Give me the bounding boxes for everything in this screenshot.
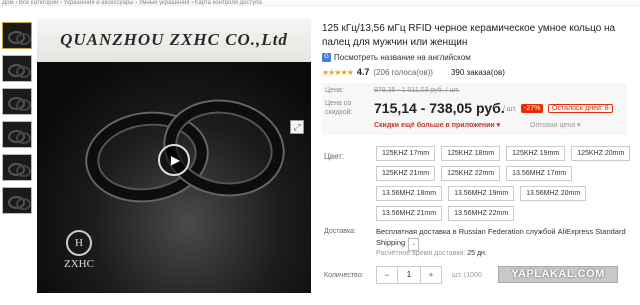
- price-label: Цена:: [325, 87, 344, 94]
- translate-icon: G: [322, 53, 331, 62]
- app-discount-link[interactable]: Скидки ещё больше в приложении ▾: [374, 121, 500, 129]
- rating-row: ★★★★★ 4.7 (206 голоса(ов)) 390 заказа(ов…: [322, 67, 640, 77]
- color-option[interactable]: 125KHZ 22mm: [441, 166, 501, 181]
- brand-name: ZXHC: [64, 258, 94, 270]
- color-option[interactable]: 13.56MHZ 17mm: [506, 166, 573, 181]
- thumbnail[interactable]: [2, 121, 32, 148]
- wholesale-price-link[interactable]: Оптовая цена ▾: [530, 121, 581, 129]
- product-image[interactable]: QUANZHOU ZXHC CO.,Ltd ▶ H ZXHC: [37, 18, 311, 293]
- thumbnail[interactable]: [2, 55, 32, 82]
- color-option[interactable]: 125KHZ 17mm: [376, 146, 436, 161]
- plus-button[interactable]: +: [421, 267, 441, 283]
- translate-link[interactable]: G Посмотреть название на английском: [322, 53, 640, 62]
- delivery-time-value: 25 дн.: [467, 250, 487, 257]
- color-options: 125KHZ 17mm 125KHZ 18mm 125KHZ 19mm 125K…: [376, 146, 638, 221]
- site-watermark: YAPLAKAL.COM: [498, 266, 618, 283]
- thumbnail[interactable]: [2, 187, 32, 214]
- brand-emblem: H: [66, 230, 92, 256]
- quantity-available: шт. (1000: [452, 272, 482, 279]
- brand-logo: H ZXHC: [49, 230, 109, 270]
- quantity-label: Количество:: [324, 272, 364, 279]
- sale-price: 715,14 - 738,05 руб.: [374, 100, 505, 116]
- minus-button[interactable]: −: [377, 267, 397, 283]
- company-banner: QUANZHOU ZXHC CO.,Ltd: [37, 18, 311, 62]
- shipping-label: Доставка:: [324, 228, 357, 235]
- color-label: Цвет:: [324, 152, 345, 161]
- product-title: 125 кГц/13,56 мГц RFID черное керамическ…: [322, 23, 616, 48]
- color-option[interactable]: 13.56MHZ 18mm: [376, 186, 443, 201]
- color-option[interactable]: 13.56MHZ 20mm: [520, 186, 587, 201]
- delivery-time: Расчётное время доставки: 25 дн.: [376, 250, 487, 257]
- votes-count[interactable]: (206 голоса(ов)): [373, 68, 433, 77]
- color-option[interactable]: 125KHZ 19mm: [506, 146, 566, 161]
- star-rating-icon: ★★★★★: [322, 67, 354, 77]
- thumbnail[interactable]: [2, 88, 32, 115]
- quantity-input[interactable]: 1: [397, 267, 421, 283]
- color-option[interactable]: 125KHZ 21mm: [376, 166, 436, 181]
- delivery-time-label: Расчётное время доставки:: [376, 250, 466, 257]
- price-unit: / шт.: [503, 106, 517, 113]
- color-option[interactable]: 13.56MHZ 22mm: [448, 206, 515, 221]
- thumbnail-list: [2, 22, 34, 220]
- play-icon[interactable]: ▶: [158, 144, 190, 176]
- sale-price-label: Цена со скидкой:: [325, 100, 353, 116]
- product-info: 125 кГц/13,56 мГц RFID черное керамическ…: [322, 22, 640, 77]
- color-option[interactable]: 125KHZ 18mm: [441, 146, 501, 161]
- quantity-stepper: − 1 +: [376, 266, 442, 284]
- orders-count: 390 заказа(ов): [450, 67, 505, 77]
- zoom-icon[interactable]: ⤢: [290, 120, 304, 134]
- discount-badge: -27%: [521, 104, 544, 113]
- thumbnail[interactable]: [2, 154, 32, 181]
- days-remaining-badge: Осталось дней: 8: [548, 104, 613, 113]
- price-box: Цена: 979,35 - 1 011,03 руб. / шт. Цена …: [322, 83, 627, 135]
- thumbnail[interactable]: [2, 22, 32, 49]
- color-option[interactable]: 13.56MHZ 19mm: [448, 186, 515, 201]
- color-option[interactable]: 125KHZ 20mm: [571, 146, 631, 161]
- rating-score: 4.7: [356, 67, 370, 77]
- old-price: 979,35 - 1 011,03 руб. / шт.: [374, 87, 460, 94]
- breadcrumb[interactable]: Дом › Все категории › Украшения и аксесс…: [0, 0, 640, 6]
- shipping-info: Бесплатная доставка в Russian Federation…: [376, 226, 638, 251]
- color-option[interactable]: 13.56MHZ 21mm: [376, 206, 443, 221]
